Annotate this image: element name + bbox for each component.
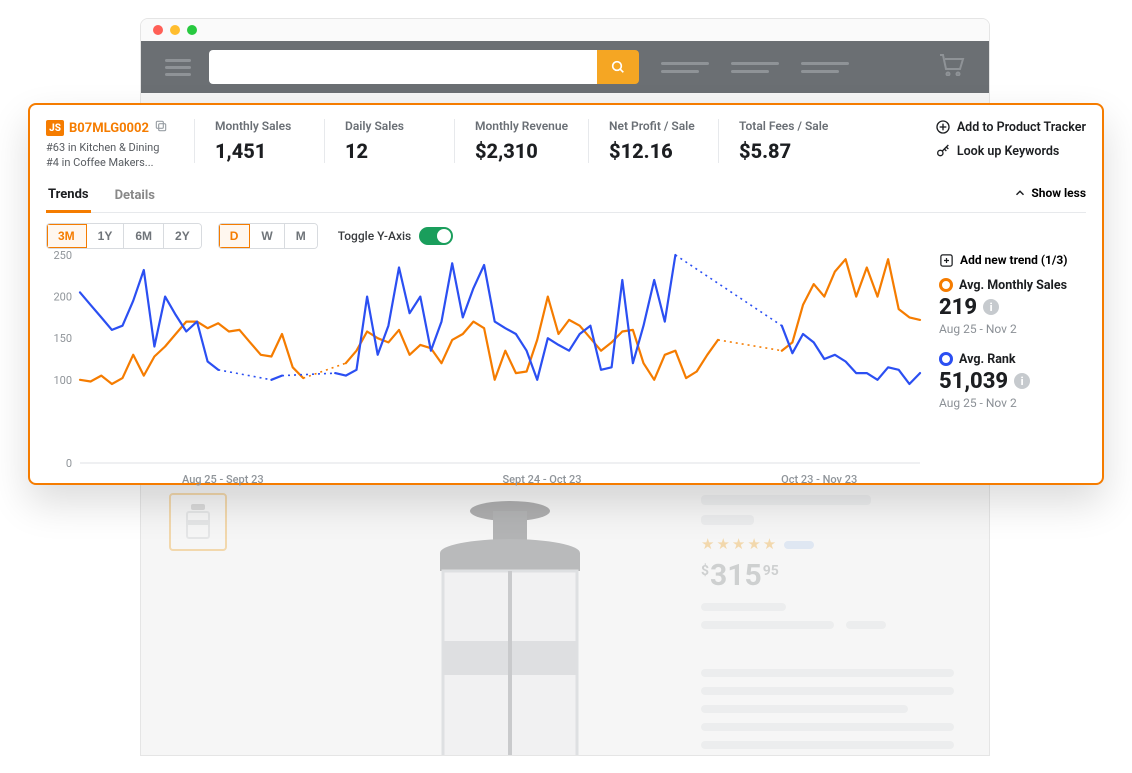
action-label: Add to Product Tracker <box>957 120 1086 135</box>
site-header <box>141 41 989 93</box>
seg-w[interactable]: W <box>250 224 284 248</box>
metric-value: $2,310 <box>475 139 568 163</box>
window-minimize-dot[interactable] <box>170 25 180 35</box>
metric-label: Net Profit / Sale <box>609 119 698 133</box>
js-logo-icon: JS <box>46 120 64 136</box>
rating-stars: ★★★★★ <box>701 535 967 553</box>
seg-d[interactable]: D <box>219 224 251 248</box>
metric-label: Total Fees / Sale <box>739 119 828 133</box>
seg-6m[interactable]: 6M <box>124 224 164 248</box>
product-price: $ 315 95 <box>701 561 967 591</box>
metric-monthly-sales: Monthly Sales 1,451 <box>194 119 324 163</box>
header-link-placeholder <box>661 62 709 73</box>
trends-chart[interactable]: 0 100 150 200 250 Aug 25 - Sept 23 Sept 24 - O… <box>46 251 931 495</box>
chart-side-panel: Add new trend (1/3) Avg. Monthly Sales 2… <box>931 251 1086 495</box>
svg-text:200: 200 <box>53 290 72 303</box>
metric-value: $5.87 <box>739 139 828 163</box>
window-maximize-dot[interactable] <box>187 25 197 35</box>
svg-text:250: 250 <box>53 251 72 262</box>
action-label: Look up Keywords <box>957 144 1060 159</box>
svg-text:150: 150 <box>53 332 72 345</box>
granularity-segment: D W M <box>218 223 318 249</box>
rank-line-1: #63 in Kitchen & Dining <box>46 140 186 155</box>
search-button[interactable] <box>597 50 639 84</box>
stat-avg-rank: Avg. Rank 51,039 i Aug 25 - Nov 2 <box>939 352 1086 410</box>
key-icon <box>935 143 951 159</box>
metric-label: Monthly Revenue <box>475 119 568 133</box>
search-input[interactable] <box>209 50 597 84</box>
controls-row: 3M 1Y 6M 2Y D W M Toggle Y-Axis <box>46 223 1086 249</box>
info-icon[interactable]: i <box>983 299 999 315</box>
actions-column: Add to Product Tracker Look up Keywords <box>935 119 1086 159</box>
show-less-label: Show less <box>1031 186 1086 200</box>
toggle-y-axis-label: Toggle Y-Axis <box>338 229 412 243</box>
toggle-y-axis-switch[interactable] <box>419 227 453 245</box>
svg-text:Oct 23 - Nov 23: Oct 23 - Nov 23 <box>781 473 857 486</box>
tabs-row: Trends Details Show less <box>46 181 1086 213</box>
search-icon <box>610 59 626 75</box>
tab-trends[interactable]: Trends <box>46 181 91 213</box>
seg-2y[interactable]: 2Y <box>164 224 201 248</box>
price-fraction: 95 <box>763 563 779 579</box>
show-less-button[interactable]: Show less <box>1013 186 1086 206</box>
stat-title: Avg. Monthly Sales <box>959 278 1067 293</box>
price-whole: 315 <box>710 561 762 591</box>
plus-square-icon <box>939 253 954 268</box>
add-trend-label: Add new trend (1/3) <box>960 253 1067 267</box>
metric-value: 1,451 <box>215 139 304 163</box>
menu-icon[interactable] <box>165 59 191 76</box>
metric-daily-sales: Daily Sales 12 <box>324 119 454 163</box>
stat-range: Aug 25 - Nov 2 <box>939 396 1086 410</box>
seg-1y[interactable]: 1Y <box>87 224 125 248</box>
svg-text:Sept 24 - Oct 23: Sept 24 - Oct 23 <box>502 473 581 486</box>
tab-details[interactable]: Details <box>113 182 157 211</box>
header-link-placeholder <box>801 62 849 73</box>
stat-value: 219 <box>939 295 977 320</box>
metric-monthly-revenue: Monthly Revenue $2,310 <box>454 119 588 163</box>
metrics-row: JS B07MLG0002 #63 in Kitchen & Dining #4… <box>46 119 1086 171</box>
chevron-up-icon <box>1013 186 1027 200</box>
copy-icon[interactable] <box>154 119 168 137</box>
svg-text:100: 100 <box>53 374 72 387</box>
rank-line-2: #4 in Coffee Makers... <box>46 155 186 170</box>
lookup-keywords-button[interactable]: Look up Keywords <box>935 143 1086 159</box>
stat-title: Avg. Rank <box>959 352 1016 367</box>
product-info-skeleton: ★★★★★ $ 315 95 <box>701 495 967 756</box>
metric-total-fees: Total Fees / Sale $5.87 <box>718 119 848 163</box>
svg-text:Aug 25 - Sept 23: Aug 25 - Sept 23 <box>182 473 264 486</box>
add-new-trend-button[interactable]: Add new trend (1/3) <box>939 253 1086 268</box>
asin-text[interactable]: B07MLG0002 <box>69 121 149 136</box>
stat-avg-monthly-sales: Avg. Monthly Sales 219 i Aug 25 - Nov 2 <box>939 278 1086 336</box>
product-thumbnail[interactable] <box>169 493 227 551</box>
product-main-image <box>365 493 655 756</box>
seg-3m[interactable]: 3M <box>47 224 87 248</box>
metric-value: $12.16 <box>609 139 698 163</box>
cart-icon[interactable] <box>939 54 965 80</box>
header-link-placeholder <box>731 62 779 73</box>
legend-dot-blue <box>939 352 953 366</box>
price-currency: $ <box>701 563 709 579</box>
add-to-tracker-button[interactable]: Add to Product Tracker <box>935 119 1086 135</box>
seg-m[interactable]: M <box>285 224 317 248</box>
metric-label: Monthly Sales <box>215 119 304 133</box>
stat-value: 51,039 <box>939 369 1008 394</box>
legend-dot-orange <box>939 278 953 292</box>
window-titlebar <box>141 19 989 41</box>
svg-text:0: 0 <box>66 457 72 470</box>
plus-circle-icon <box>935 119 951 135</box>
asin-block: JS B07MLG0002 #63 in Kitchen & Dining #4… <box>46 119 194 171</box>
stat-range: Aug 25 - Nov 2 <box>939 322 1086 336</box>
jungle-scout-overlay: JS B07MLG0002 #63 in Kitchen & Dining #4… <box>28 103 1104 485</box>
window-close-dot[interactable] <box>153 25 163 35</box>
metric-label: Daily Sales <box>345 119 434 133</box>
time-range-segment: 3M 1Y 6M 2Y <box>46 223 202 249</box>
metric-net-profit: Net Profit / Sale $12.16 <box>588 119 718 163</box>
metric-value: 12 <box>345 139 434 163</box>
info-icon[interactable]: i <box>1014 373 1030 389</box>
